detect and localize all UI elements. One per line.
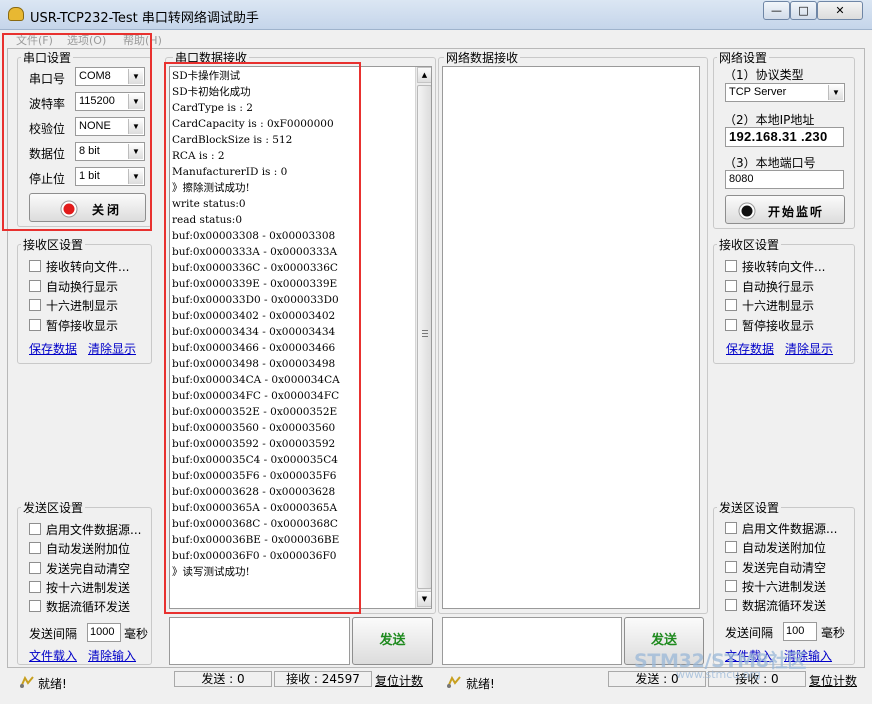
right-send-checkbox[interactable] [725,560,737,573]
left-save-data-link[interactable]: 保存数据 [29,340,77,357]
right-send-option-label[interactable]: 启用文件数据源... [742,520,837,537]
right-ready-icon [447,675,461,688]
right-send-option-label[interactable]: 发送完自动清空 [742,559,826,576]
highlight-box-serial-settings [2,33,152,231]
left-send-option-label[interactable]: 发送完自动清空 [46,560,130,577]
left-send-option-label[interactable]: 自动发送附加位 [46,540,130,557]
left-send-checkbox[interactable] [29,580,41,593]
ip-label: （2）本地IP地址 [724,113,815,127]
left-interval-label: 发送间隔 [29,627,78,641]
minimize-button[interactable]: — [763,1,790,20]
scroll-down-icon[interactable]: ▼ [417,591,431,607]
right-send-settings-title: 发送区设置 [717,499,782,516]
net-recv-textarea[interactable] [442,66,700,609]
left-send-checkbox[interactable] [29,523,41,535]
net-recv-title: 网络数据接收 [444,49,521,66]
start-listen-label: 开始监听 [768,205,825,219]
serial-recv-scrollbar[interactable]: ▲ ▼ [415,67,431,608]
left-send-option-label[interactable]: 数据流循环发送 [46,598,130,615]
left-send-checkbox[interactable] [29,542,41,555]
left-send-option-label[interactable]: 按十六进制发送 [46,579,130,596]
left-recv-checkbox[interactable] [29,260,41,272]
left-clear-display-link[interactable]: 清除显示 [88,340,136,357]
left-recv-checkbox[interactable] [29,279,41,292]
left-send-settings-title: 发送区设置 [21,499,86,516]
serial-send-input[interactable] [169,617,350,665]
window-title: USR-TCP232-Test 串口转网络调试助手 [30,11,259,26]
left-reset-count-link[interactable]: 复位计数 [375,672,423,689]
right-send-checkbox[interactable] [725,599,737,612]
left-send-checkbox[interactable] [29,561,41,574]
right-send-checkbox[interactable] [725,522,737,534]
right-recv-option-label[interactable]: 十六进制显示 [742,297,814,314]
protocol-select[interactable]: TCP Server ▼ [725,83,845,102]
right-interval-input[interactable]: 100 [783,622,817,641]
serial-send-button[interactable]: 发送 [352,617,433,665]
right-send-option-label[interactable]: 数据流循环发送 [742,597,826,614]
watermark-url: www.stmcu.org [676,668,761,681]
left-recv-checkbox[interactable] [29,318,41,331]
close-window-button[interactable]: ✕ [817,1,863,20]
left-recv-count: 接收 : 24597 [274,671,372,687]
left-recv-option-label[interactable]: 自动换行显示 [46,278,118,295]
right-recv-checkbox[interactable] [725,299,737,311]
left-recv-option-label[interactable]: 暂停接收显示 [46,317,118,334]
highlight-box-serial-recv [164,62,361,614]
left-interval-unit: 毫秒 [124,627,149,641]
scroll-thumb[interactable] [417,85,431,589]
left-recv-option-label[interactable]: 接收转向文件... [46,258,129,275]
right-recv-checkbox[interactable] [725,279,737,292]
grip-line [422,333,428,334]
right-reset-count-link[interactable]: 复位计数 [809,672,857,689]
start-listen-button[interactable]: 开始监听 [725,195,845,224]
right-send-option-label[interactable]: 自动发送附加位 [742,539,826,556]
right-recv-option-label[interactable]: 自动换行显示 [742,278,814,295]
port-number-label: （3）本地端口号 [724,156,816,170]
scroll-up-icon[interactable]: ▲ [417,67,431,83]
protocol-label: （1）协议类型 [724,68,804,82]
left-interval-input[interactable]: 1000 [87,623,121,642]
local-port-input[interactable]: 8080 [725,170,844,189]
app-icon [8,7,24,21]
right-clear-display-link[interactable]: 清除显示 [785,340,833,357]
left-send-option-label[interactable]: 启用文件数据源... [46,521,141,538]
right-recv-checkbox[interactable] [725,318,737,331]
left-recv-settings-title: 接收区设置 [21,236,86,253]
maximize-button[interactable]: □ [790,1,817,20]
net-settings-title: 网络设置 [717,49,770,66]
net-send-input[interactable] [442,617,622,665]
left-clear-input-link[interactable]: 清除输入 [88,647,136,664]
right-recv-settings-title: 接收区设置 [717,236,782,253]
left-send-count: 发送 : 0 [174,671,272,687]
left-ready-text: 就绪! [38,677,67,691]
right-save-data-link[interactable]: 保存数据 [726,340,774,357]
left-send-checkbox[interactable] [29,600,41,613]
right-recv-option-label[interactable]: 暂停接收显示 [742,317,814,334]
local-ip-input[interactable]: 192.168.31 .230 [725,127,844,147]
left-recv-option-label[interactable]: 十六进制显示 [46,297,118,314]
right-recv-option-label[interactable]: 接收转向文件... [742,258,825,275]
right-ready-text: 就绪! [466,677,495,691]
left-recv-checkbox[interactable] [29,299,41,311]
right-interval-label: 发送间隔 [725,626,774,640]
right-recv-checkbox[interactable] [725,260,737,272]
left-ready-icon [20,675,34,688]
right-send-checkbox[interactable] [725,579,737,592]
left-file-load-link[interactable]: 文件载入 [29,647,77,664]
right-interval-unit: 毫秒 [821,626,846,640]
protocol-value: TCP Server [729,86,787,98]
right-send-checkbox[interactable] [725,541,737,554]
chevron-down-icon: ▼ [828,85,843,100]
listen-led-icon [738,202,756,220]
right-send-option-label[interactable]: 按十六进制发送 [742,578,826,595]
